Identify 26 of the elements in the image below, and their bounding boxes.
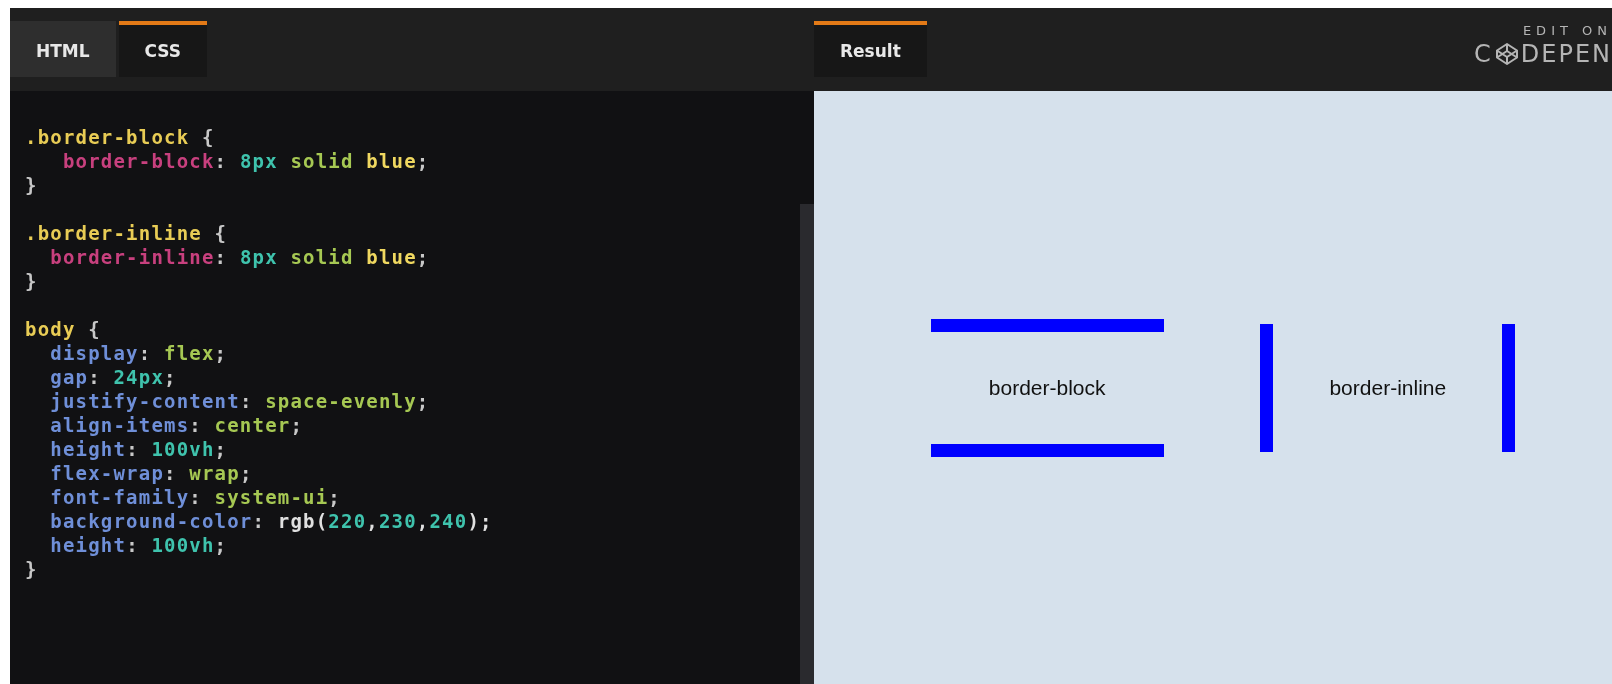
code-line: border-block: 8px solid blue; [61,150,430,172]
code-line: display: flex; [49,342,228,364]
logo-wordmark[interactable]: DEPEN [1520,40,1612,68]
demo-label: border-inline [1329,375,1447,400]
result-tab[interactable]: Result [814,21,927,77]
edit-on-label[interactable]: EDIT ON [1522,23,1612,38]
code-line: height: 100vh; [49,438,228,460]
code-line: } [25,270,38,292]
demo-label: border-block [988,375,1106,400]
code-line: } [25,174,38,196]
code-line: gap: 24px; [49,366,177,388]
editor-tab[interactable]: HTML [10,21,116,77]
code-line: .border-block { [25,126,215,148]
code-line: align-items: center; [49,414,304,436]
cube-icon[interactable] [1494,42,1519,66]
code-line: flex-wrap: wrap; [49,462,253,484]
logo-letter[interactable]: C [1474,40,1493,68]
code-line: } [25,558,38,580]
editor-tab[interactable]: CSS [118,21,208,77]
code-line: body { [25,318,101,340]
code-line: height: 100vh; [49,534,228,556]
code-line: border-inline: 8px solid blue; [49,246,430,268]
code-line: .border-inline { [25,222,228,244]
code-line: justify-content: space-evenly; [49,390,430,412]
code-line: font-family: system-ui; [49,486,341,508]
code-line: background-color: rgb(220,230,240); [49,510,493,532]
